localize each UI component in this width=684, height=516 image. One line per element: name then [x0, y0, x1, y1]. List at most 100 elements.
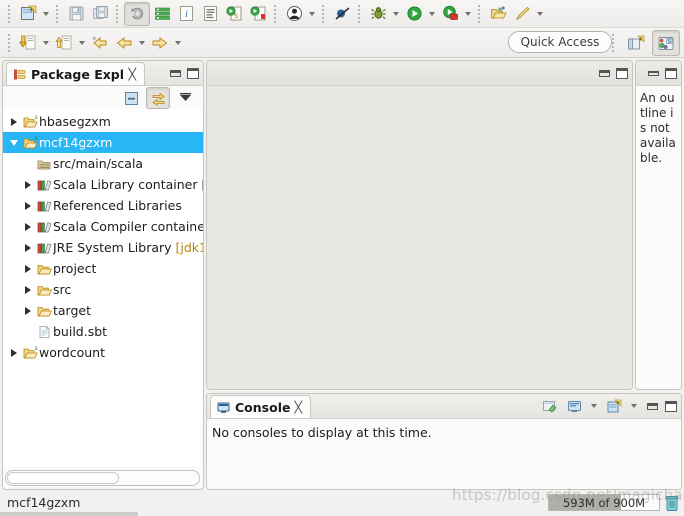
search-dropdown[interactable] [534, 3, 546, 25]
tree-item-mcf14gzxm[interactable]: s mcf14gzxm [3, 132, 203, 153]
new-wizard-dropdown[interactable] [40, 3, 52, 25]
link-with-editor-button[interactable] [146, 87, 170, 109]
chevron-right-icon[interactable] [21, 307, 35, 315]
console-view: Console ╳ No consoles to display at this… [206, 393, 682, 490]
package-explorer-controls [170, 61, 199, 85]
open-scala-object-file-button[interactable] [246, 3, 270, 25]
run-green-play-icon [406, 6, 422, 21]
chevron-right-icon[interactable] [21, 286, 35, 294]
source-folder-icon [35, 157, 53, 171]
tree-item-scala-compiler-container[interactable]: Scala Compiler container [3, 216, 203, 237]
debug-button[interactable] [366, 3, 390, 25]
previous-annotation-dropdown[interactable] [40, 32, 52, 54]
build-all-button[interactable] [150, 3, 174, 25]
forward-dropdown[interactable] [172, 32, 184, 54]
display-selected-console-dropdown[interactable] [588, 395, 600, 417]
new-wizard-button[interactable] [16, 3, 40, 25]
folder-icon [35, 262, 53, 276]
minimize-icon[interactable] [599, 69, 610, 77]
minimize-icon[interactable] [170, 69, 181, 77]
tree-item-label: hbasegzxm [39, 114, 111, 129]
tree-item-jre-system-library[interactable]: JRE System Library [jdk1. [3, 237, 203, 258]
save-all-icon [92, 6, 108, 19]
chevron-right-icon[interactable] [21, 265, 35, 273]
perspective-switcher: S [608, 30, 680, 56]
open-resource-button[interactable] [486, 3, 510, 25]
view-menu-button[interactable] [174, 88, 196, 108]
toolbar-separator [8, 4, 12, 23]
package-explorer-title: Package Expl [31, 66, 125, 82]
skip-breakpoints-button[interactable] [330, 3, 354, 25]
outline-view: An outline is not available. [635, 60, 682, 390]
debug-dropdown[interactable] [390, 3, 402, 25]
tree-item-target[interactable]: target [3, 300, 203, 321]
tree-item-src[interactable]: src [3, 279, 203, 300]
clear-console-button[interactable] [538, 396, 560, 416]
toggle-link-button[interactable] [124, 1, 150, 26]
package-explorer-hscrollbar[interactable] [5, 470, 200, 486]
project-tree[interactable]: s hbasegzxm s mcf14gzxm src/main/scala Scala … [3, 109, 203, 467]
svg-text:i: i [185, 9, 188, 20]
forward-button[interactable] [148, 32, 172, 54]
scrollbar-thumb[interactable] [7, 472, 119, 484]
open-type-dropdown[interactable] [306, 3, 318, 25]
save-all-button[interactable] [88, 3, 112, 25]
maximize-icon[interactable] [187, 67, 199, 79]
run-coverage-dropdown[interactable] [462, 3, 474, 25]
link-editor-icon [151, 92, 165, 106]
tree-item-project[interactable]: project [3, 258, 203, 279]
run-coverage-button[interactable] [438, 3, 462, 25]
tree-item-wordcount[interactable]: s wordcount [3, 342, 203, 363]
run-dropdown[interactable] [426, 3, 438, 25]
open-console-dropdown[interactable] [628, 395, 640, 417]
save-button[interactable] [64, 3, 88, 25]
search-button[interactable] [510, 3, 534, 25]
close-icon[interactable]: ╳ [129, 69, 137, 80]
scala-project-icon: s [21, 115, 39, 129]
open-perspective-button[interactable] [623, 31, 649, 55]
chevron-right-icon[interactable] [7, 349, 21, 357]
chevron-right-icon[interactable] [7, 118, 21, 126]
chevron-right-icon[interactable] [21, 181, 35, 189]
open-type-button[interactable] [282, 3, 306, 25]
tab-package-explorer[interactable]: Package Expl ╳ [6, 62, 145, 85]
run-button[interactable] [402, 3, 426, 25]
tree-item-hbasegzxm[interactable]: s hbasegzxm [3, 111, 203, 132]
next-annotation-button[interactable] [52, 32, 76, 54]
chevron-right-icon[interactable] [21, 202, 35, 210]
next-annotation-dropdown[interactable] [76, 32, 88, 54]
tree-item-src-main-scala[interactable]: src/main/scala [3, 153, 203, 174]
chevron-down-icon[interactable] [7, 140, 21, 146]
maximize-icon[interactable] [616, 67, 628, 79]
back-button[interactable] [112, 32, 136, 54]
collapse-all-button[interactable] [120, 88, 142, 108]
toolbar-separator [612, 34, 616, 52]
last-edit-location-button[interactable] [88, 32, 112, 54]
maximize-icon[interactable] [665, 400, 677, 412]
memory-indicator[interactable]: 593M of 900M [548, 494, 660, 511]
tab-console[interactable]: Console ╳ [210, 395, 312, 418]
scala-perspective-button[interactable]: S [652, 30, 680, 56]
close-icon[interactable]: ╳ [295, 402, 303, 413]
run-garbage-collector-button[interactable] [664, 494, 680, 512]
open-scala-file-button[interactable]: s [222, 3, 246, 25]
tree-item-referenced-libraries[interactable]: Referenced Libraries [3, 195, 203, 216]
maximize-icon[interactable] [665, 67, 677, 79]
new-scala-class-button[interactable]: i [174, 3, 198, 25]
tree-item-scala-library-container-2[interactable]: Scala Library container [ 2 [3, 174, 203, 195]
tree-item-build-sbt[interactable]: build.sbt [3, 321, 203, 342]
back-dropdown[interactable] [136, 32, 148, 54]
editor-empty-area[interactable] [207, 86, 632, 389]
open-console-button[interactable] [603, 396, 625, 416]
outline-controls [648, 61, 677, 85]
display-selected-console-button[interactable] [563, 396, 585, 416]
display-console-icon [567, 400, 581, 412]
package-explorer-tabrow: Package Expl ╳ [3, 61, 203, 86]
chevron-right-icon[interactable] [21, 223, 35, 231]
minimize-icon[interactable] [648, 70, 659, 76]
chevron-right-icon[interactable] [21, 244, 35, 252]
minimize-icon[interactable] [647, 402, 658, 410]
quick-access-input[interactable]: Quick Access [508, 31, 612, 53]
new-scala-object-button[interactable] [198, 3, 222, 25]
previous-annotation-button[interactable] [16, 32, 40, 54]
